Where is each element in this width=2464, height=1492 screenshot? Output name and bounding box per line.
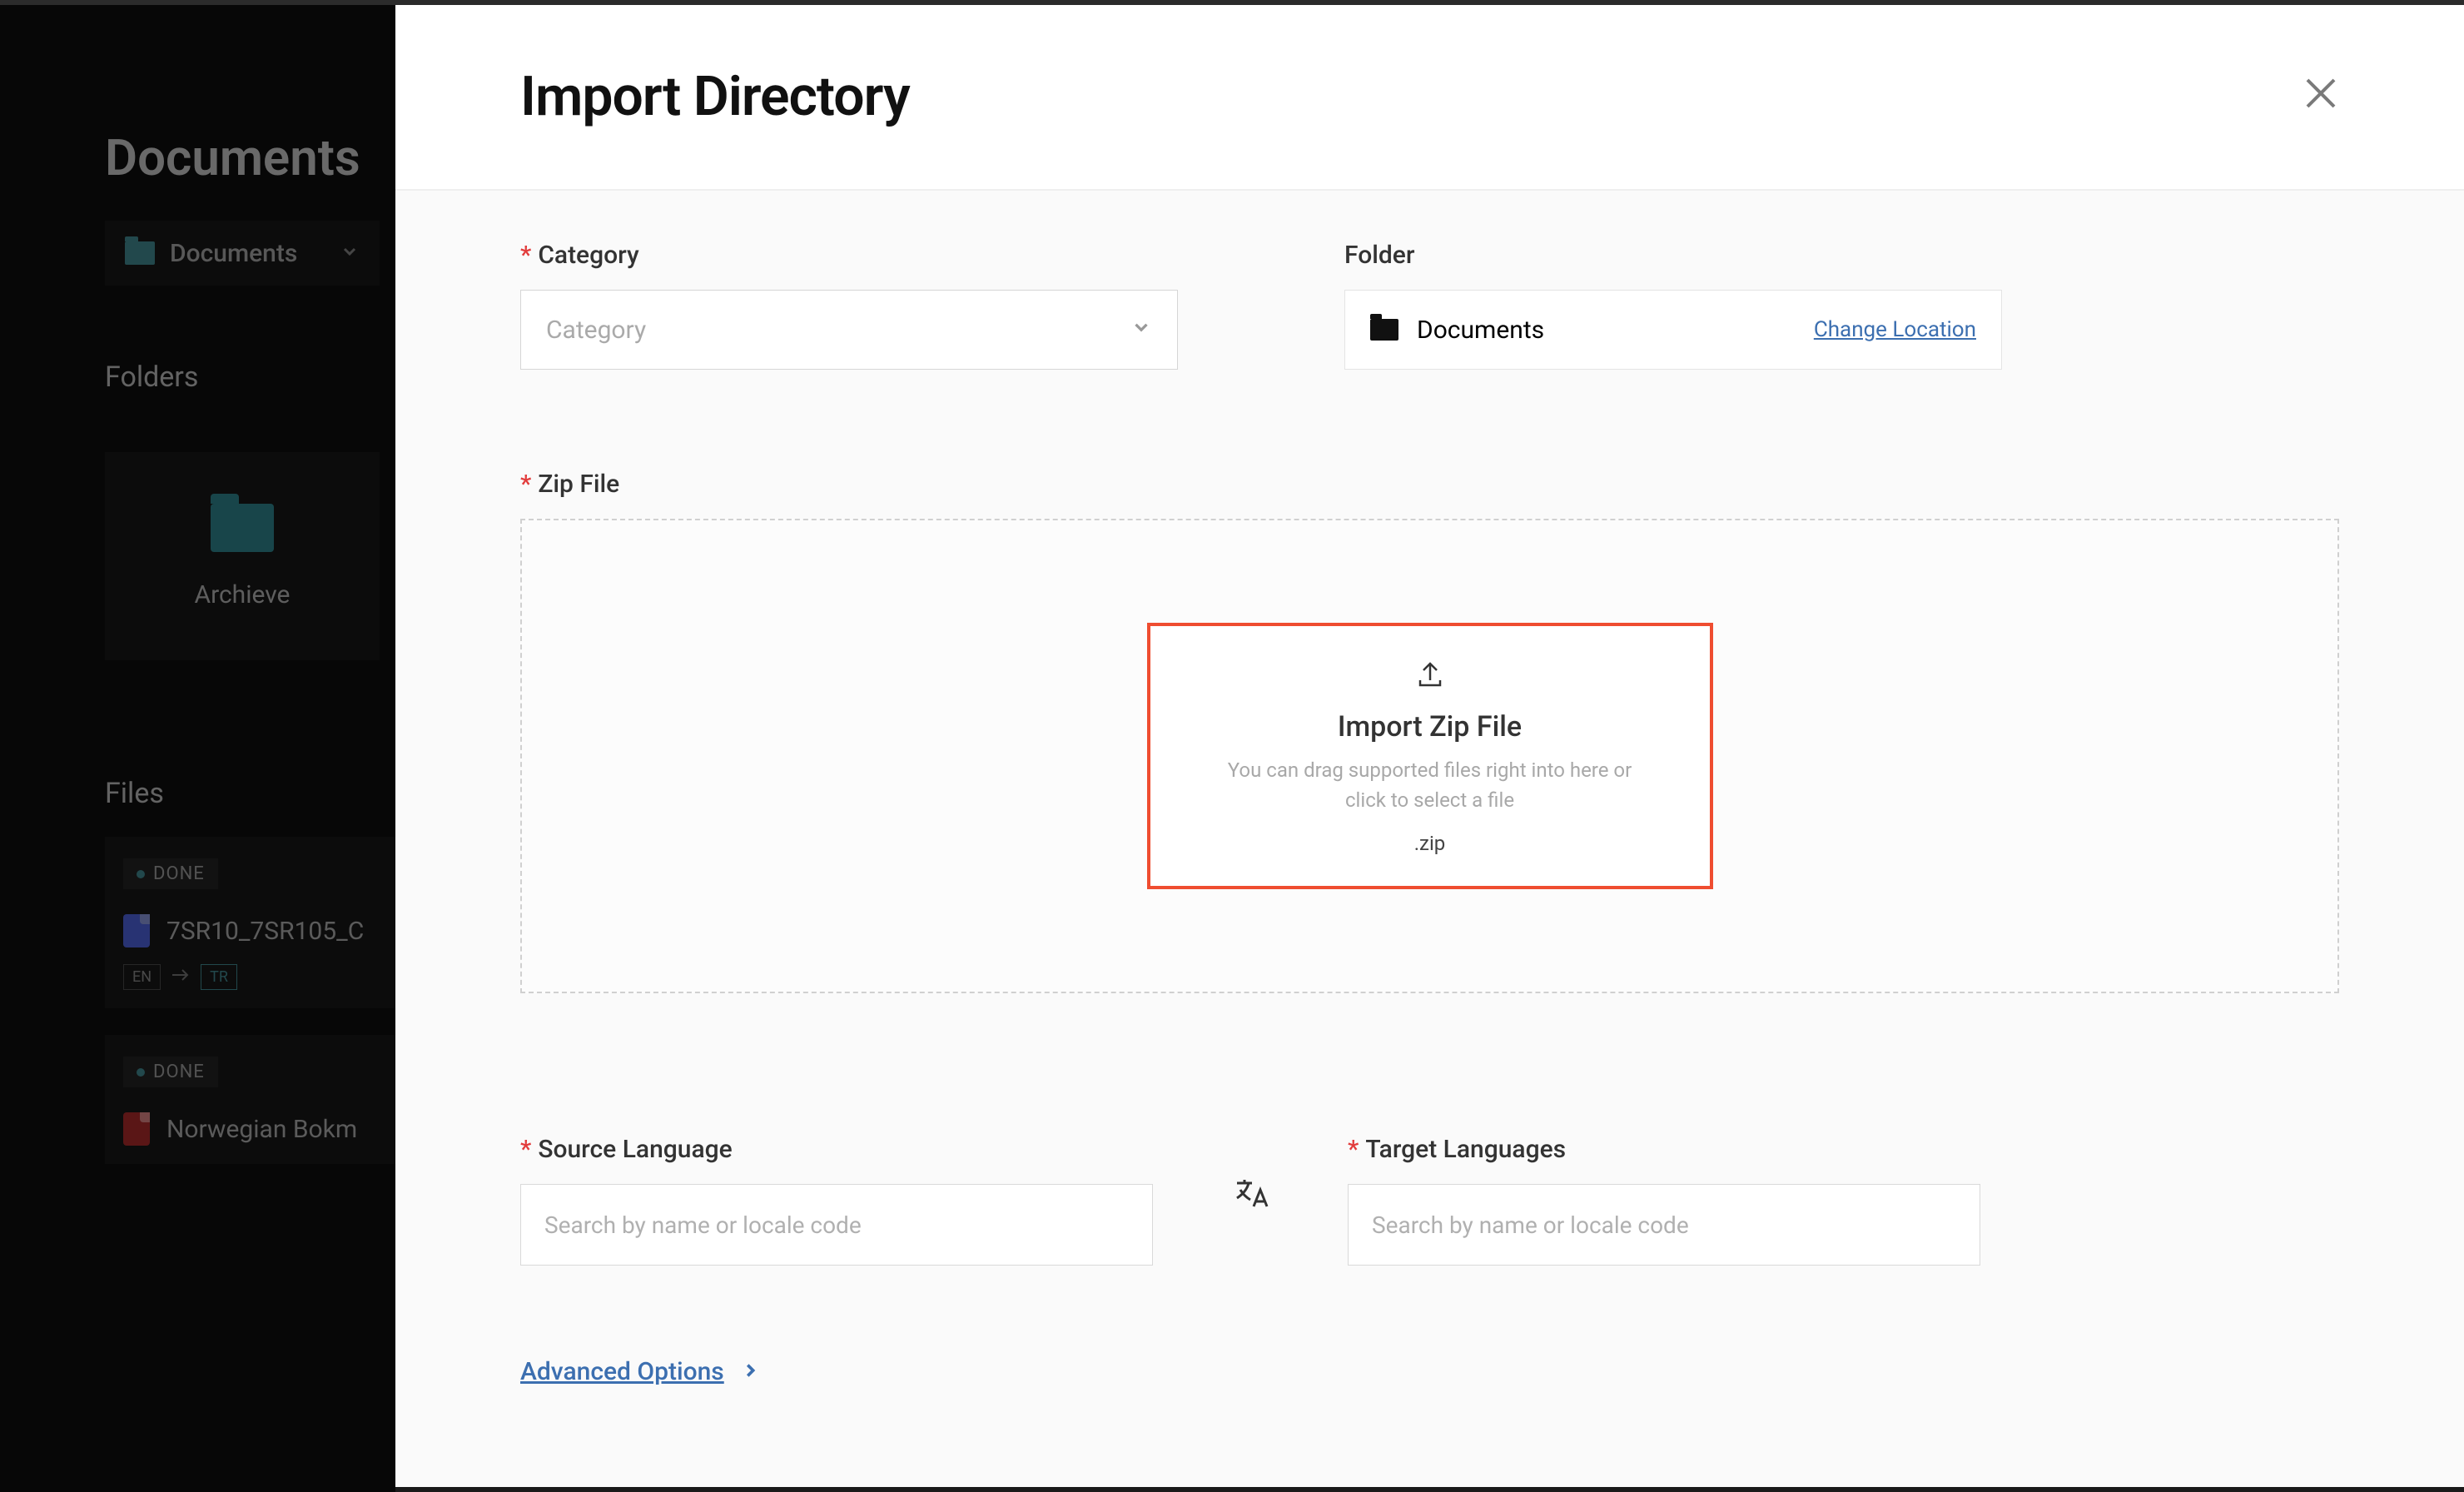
- required-marker: *: [520, 241, 531, 270]
- category-select[interactable]: Category: [520, 290, 1178, 370]
- top-fields-row: * Category Category Folder Documents: [520, 241, 2339, 370]
- category-label: * Category: [520, 241, 1178, 270]
- close-button[interactable]: [2303, 75, 2339, 120]
- modal-body: * Category Category Folder Documents: [395, 191, 2464, 1487]
- modal-title: Import Directory: [520, 65, 910, 129]
- target-languages-input[interactable]: [1372, 1211, 1956, 1239]
- source-language-input[interactable]: [544, 1211, 1129, 1239]
- source-language-label: * Source Language: [520, 1135, 1153, 1164]
- required-marker: *: [520, 1135, 531, 1164]
- upload-icon: [1413, 657, 1447, 694]
- required-marker: *: [520, 470, 531, 499]
- folder-label: Folder: [1344, 241, 2002, 270]
- advanced-options-link[interactable]: Advanced Options: [520, 1357, 724, 1386]
- folder-field: Folder Documents Change Location: [1344, 241, 2002, 370]
- target-languages-field: * Target Languages: [1348, 1135, 1980, 1266]
- source-language-input-wrap: [520, 1184, 1153, 1266]
- modal-header: Import Directory: [395, 5, 2464, 191]
- dropzone-extension: .zip: [1414, 832, 1446, 855]
- dropzone-highlight: Import Zip File You can drag supported f…: [1147, 623, 1713, 889]
- zip-label: * Zip File: [520, 470, 2339, 499]
- folder-location-box: Documents Change Location: [1344, 290, 2002, 370]
- chevron-right-icon: [741, 1361, 759, 1383]
- zip-dropzone[interactable]: Import Zip File You can drag supported f…: [520, 519, 2339, 993]
- label-text: Category: [538, 241, 638, 270]
- target-languages-input-wrap: [1348, 1184, 1980, 1266]
- folder-icon: [1370, 319, 1398, 341]
- target-languages-label: * Target Languages: [1348, 1135, 1980, 1164]
- dropzone-title: Import Zip File: [1338, 710, 1522, 744]
- label-text: Zip File: [538, 470, 619, 499]
- chevron-down-icon: [1130, 316, 1152, 345]
- change-location-link[interactable]: Change Location: [1814, 317, 1976, 342]
- folder-value: Documents: [1417, 316, 1544, 345]
- translate-icon: [1228, 1175, 1273, 1226]
- language-fields-row: * Source Language * Target Languages: [520, 1135, 2339, 1266]
- advanced-options-row: Advanced Options: [520, 1357, 2339, 1386]
- category-field: * Category Category: [520, 241, 1178, 370]
- dropzone-subtitle: You can drag supported files right into …: [1205, 755, 1655, 815]
- modal-backdrop: [0, 5, 395, 1492]
- label-text: Source Language: [538, 1135, 732, 1164]
- source-language-field: * Source Language: [520, 1135, 1153, 1266]
- label-text: Target Languages: [1365, 1135, 1566, 1164]
- import-directory-modal: Import Directory * Category Category: [395, 5, 2464, 1487]
- label-text: Folder: [1344, 241, 1414, 270]
- select-placeholder: Category: [546, 316, 646, 345]
- required-marker: *: [1348, 1135, 1359, 1164]
- zip-file-field: * Zip File Import Zip File You can drag …: [520, 470, 2339, 993]
